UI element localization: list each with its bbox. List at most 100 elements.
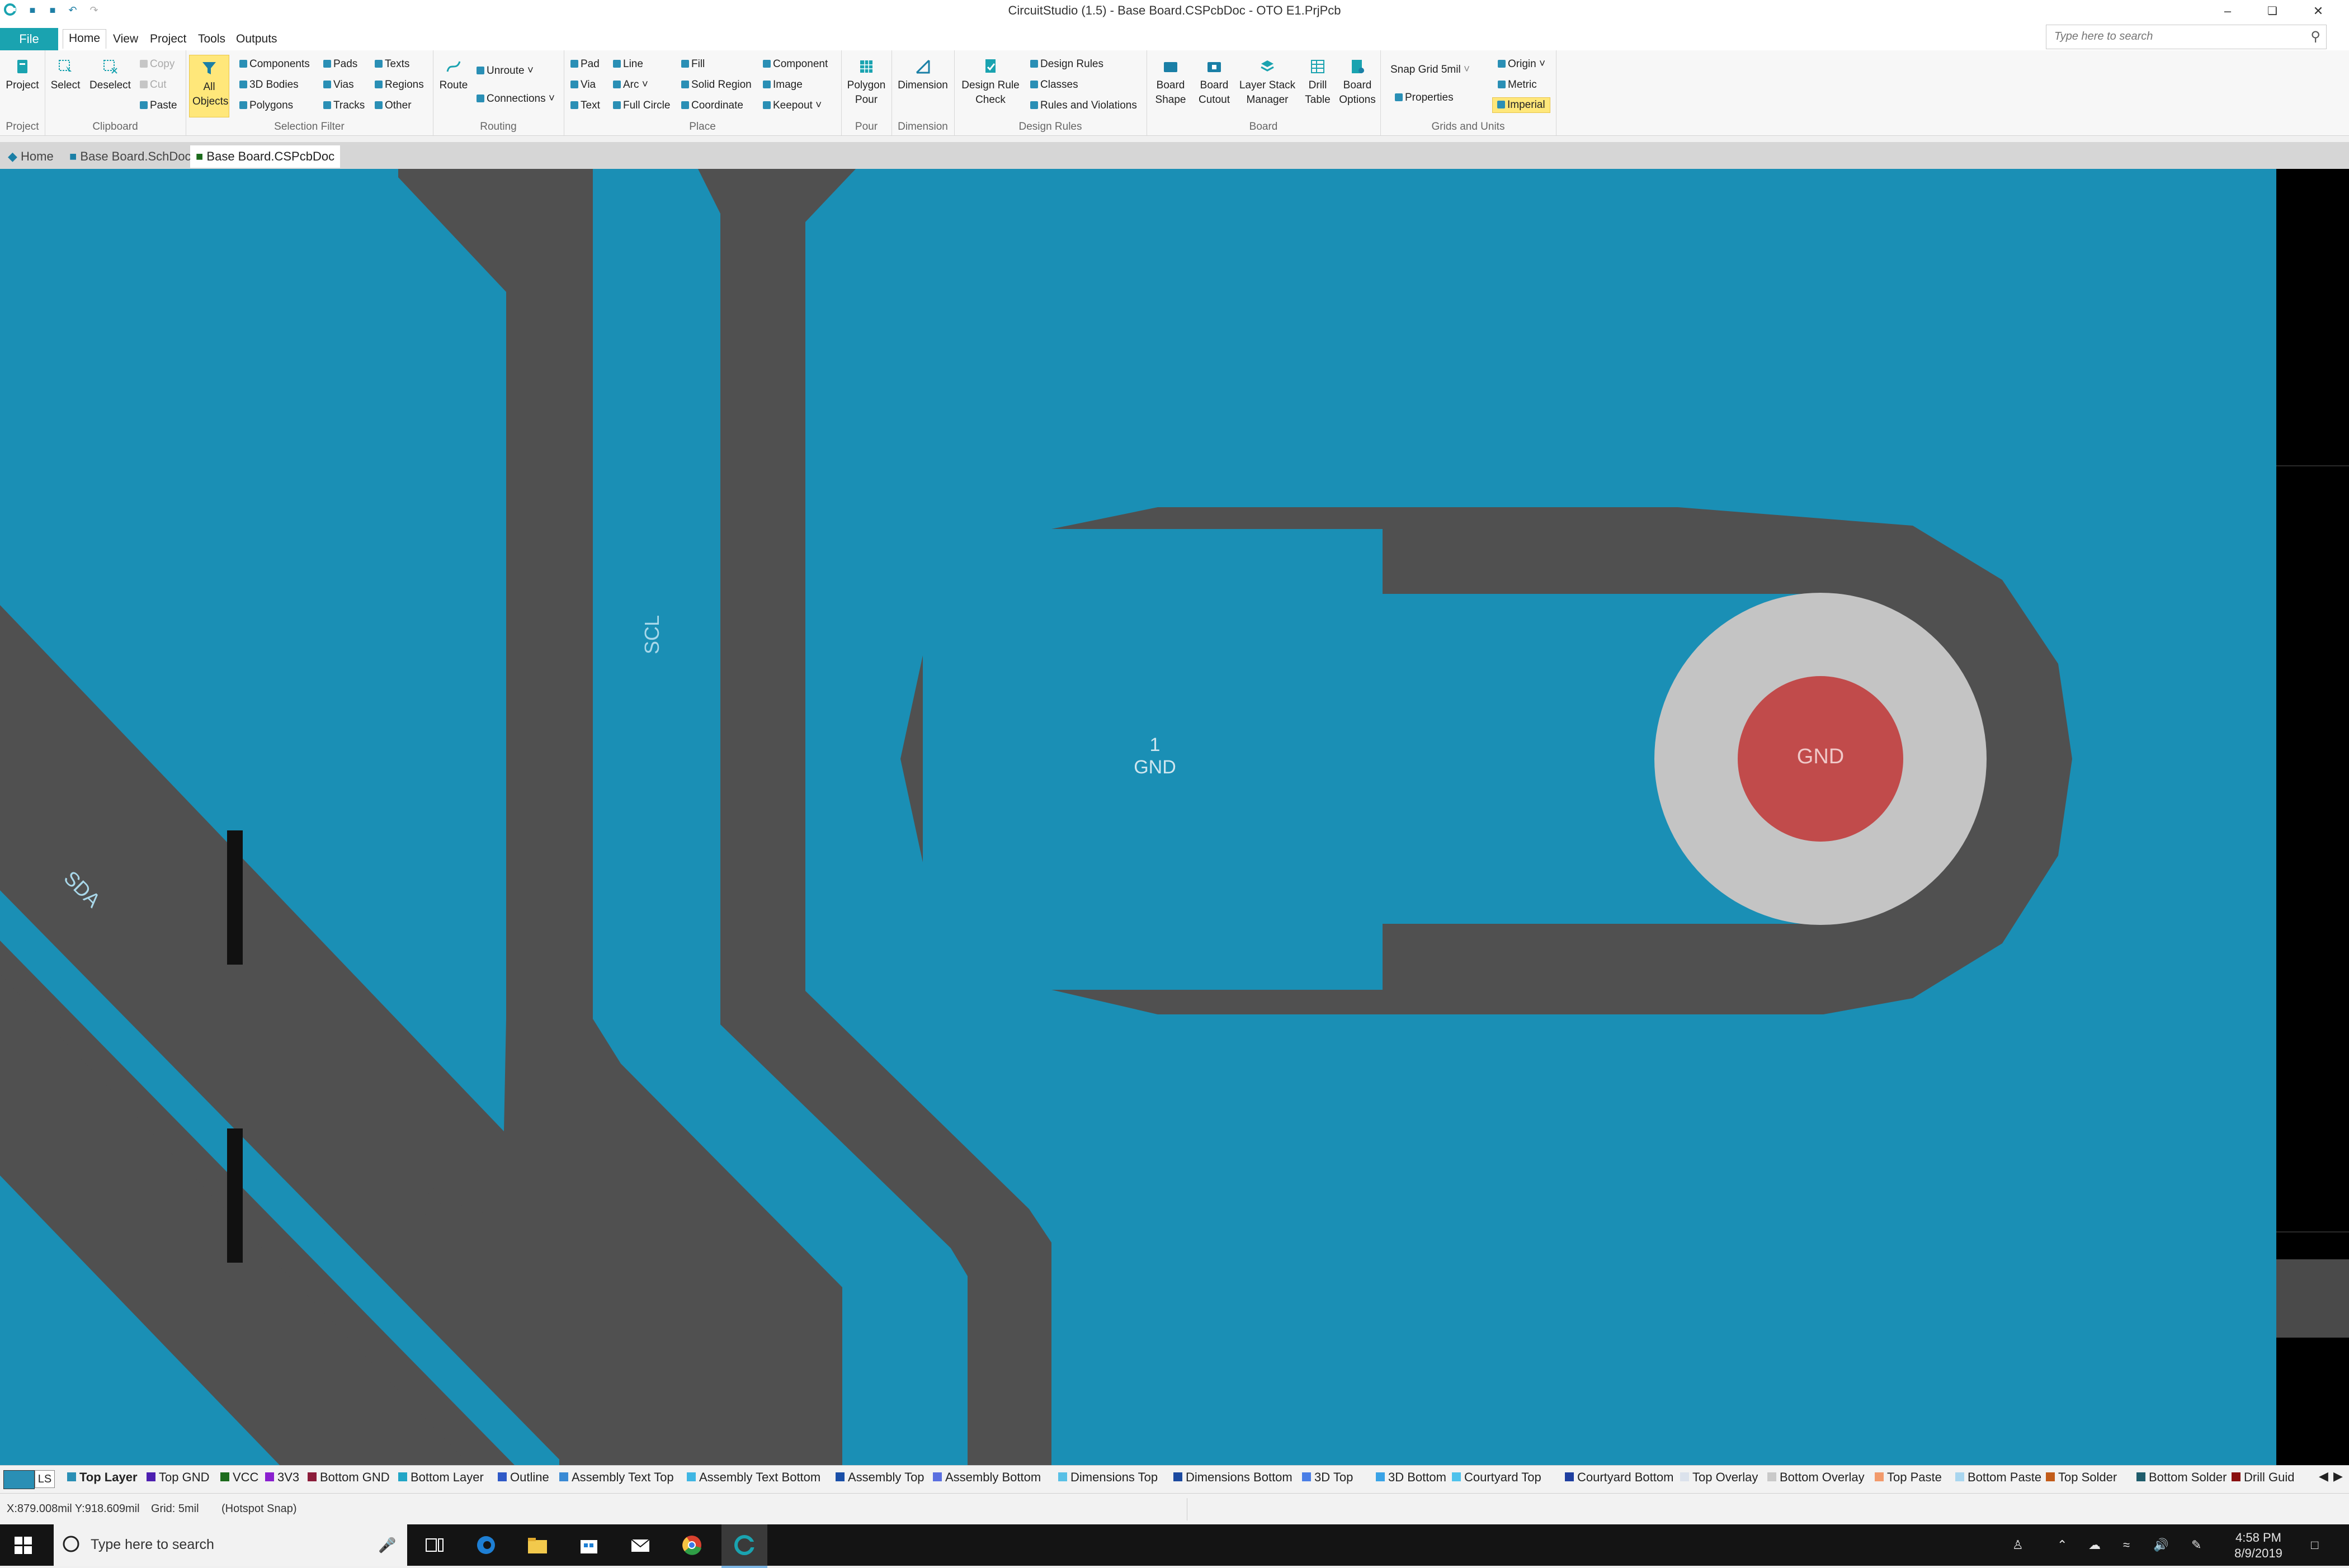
action-center-icon[interactable]: □ [2311, 1538, 2318, 1552]
restore-icon[interactable]: ❏ [2253, 0, 2292, 22]
drill-table-button[interactable]: Drill Table [1300, 58, 1336, 107]
layer-tab[interactable]: Top GND [159, 1470, 209, 1485]
filter-tracks[interactable]: Tracks [323, 100, 365, 112]
tab-home[interactable]: Home [63, 29, 107, 49]
unroute-button[interactable]: Unroute ˅ [477, 65, 534, 77]
chrome-icon[interactable] [680, 1533, 704, 1557]
origin-button[interactable]: Origin ˅ [1498, 58, 1545, 70]
file-explorer-icon[interactable] [526, 1533, 549, 1557]
layer-tab[interactable]: Top Overlay [1692, 1470, 1758, 1485]
layer-tab[interactable]: Dimensions Bottom [1186, 1470, 1293, 1485]
rules-violations-button[interactable]: Rules and Violations [1030, 100, 1137, 112]
layer-tab[interactable]: Top Paste [1887, 1470, 1942, 1485]
layer-tab[interactable]: Bottom Overlay [1780, 1470, 1865, 1485]
doc-tab-schdoc[interactable]: ■ Base Board.SchDoc [64, 145, 197, 168]
filter-3d-bodies[interactable]: 3D Bodies [239, 79, 299, 91]
filter-regions[interactable]: Regions [375, 79, 424, 91]
onedrive-icon[interactable]: ☁ [2088, 1538, 2101, 1552]
design-rule-check-button[interactable]: Design Rule Check [957, 58, 1023, 107]
snap-grid-control[interactable]: Snap Grid 5mil ˅ [1390, 64, 1470, 76]
copy-button[interactable]: Copy [140, 58, 174, 70]
place-image[interactable]: Image [763, 79, 803, 91]
layer-stack-manager-button[interactable]: Layer Stack Manager [1236, 58, 1299, 107]
layer-tab[interactable]: VCC [233, 1470, 258, 1485]
volume-icon[interactable]: 🔊 [2153, 1538, 2168, 1552]
select-button[interactable]: Select [48, 58, 83, 93]
minimize-icon[interactable]: – [2208, 0, 2247, 22]
all-objects-button[interactable]: All Objects [189, 55, 229, 117]
layer-tab[interactable]: 3V3 [277, 1470, 299, 1485]
place-keepout[interactable]: Keepout ˅ [763, 100, 822, 112]
layer-tab[interactable]: Courtyard Top [1464, 1470, 1541, 1485]
layer-tab[interactable]: Assembly Top [848, 1470, 924, 1485]
pcb-canvas[interactable]: SCL SDA 1 GND GND [0, 169, 2276, 1465]
canvas-scroll-thumb[interactable] [2276, 1259, 2349, 1338]
place-solid-region[interactable]: Solid Region [681, 79, 752, 91]
tab-tools[interactable]: Tools [198, 32, 225, 46]
place-coordinate[interactable]: Coordinate [681, 100, 743, 112]
tab-project[interactable]: Project [150, 32, 186, 46]
network-icon[interactable]: ≈ [2123, 1538, 2130, 1552]
filter-other[interactable]: Other [375, 100, 412, 112]
layer-set-button[interactable]: LS [35, 1470, 55, 1488]
board-cutout-button[interactable]: Board Cutout [1194, 58, 1235, 107]
layer-scroll-right-icon[interactable]: ▶ [2333, 1469, 2343, 1484]
layer-tab[interactable]: Assembly Bottom [945, 1470, 1041, 1485]
polygon-pour-button[interactable]: Polygon Pour [843, 58, 889, 107]
microphone-icon[interactable]: 🎤 [378, 1537, 396, 1554]
layer-tab[interactable]: Courtyard Bottom [1577, 1470, 1673, 1485]
current-layer-swatch[interactable] [3, 1470, 35, 1489]
paste-button[interactable]: Paste [140, 100, 177, 112]
doc-tab-pcbdoc[interactable]: ■ Base Board.CSPcbDoc [190, 145, 341, 168]
tab-view[interactable]: View [113, 32, 138, 46]
layer-tab[interactable]: Top Layer [79, 1470, 138, 1485]
windows-start-icon[interactable] [13, 1536, 34, 1556]
layer-tab[interactable]: Bottom Paste [1968, 1470, 2041, 1485]
imperial-button[interactable]: Imperial [1492, 97, 1550, 113]
clock[interactable]: 4:58 PM 8/9/2019 [2219, 1530, 2298, 1561]
properties-button[interactable]: Properties [1395, 92, 1454, 104]
layer-tab[interactable]: Top Solder [2058, 1470, 2117, 1485]
mail-icon[interactable] [629, 1533, 652, 1557]
filter-components[interactable]: Components [239, 58, 310, 70]
dimension-button[interactable]: Dimension [894, 58, 952, 93]
edge-browser-icon[interactable] [474, 1533, 498, 1557]
layer-tab[interactable]: Bottom Solder [2149, 1470, 2227, 1485]
layer-tab[interactable]: 3D Top [1314, 1470, 1353, 1485]
place-via[interactable]: Via [570, 79, 596, 91]
filter-texts[interactable]: Texts [375, 58, 409, 70]
place-text[interactable]: Text [570, 100, 600, 112]
tab-outputs[interactable]: Outputs [236, 32, 277, 46]
doc-tab-home[interactable]: ◆ Home [2, 145, 59, 168]
canvas-scroll-strip[interactable] [2276, 169, 2349, 1465]
layer-tab[interactable]: Bottom Layer [411, 1470, 484, 1485]
design-rules-button[interactable]: Design Rules [1030, 58, 1103, 70]
filter-pads[interactable]: Pads [323, 58, 357, 70]
show-hidden-icons[interactable]: ⌃ [2057, 1538, 2067, 1552]
snap-grid-dropdown-icon[interactable]: ˅ [1464, 64, 1470, 75]
help-search-input[interactable] [2053, 25, 2290, 48]
place-pad[interactable]: Pad [570, 58, 600, 70]
place-full-circle[interactable]: Full Circle [613, 100, 670, 112]
people-icon[interactable]: ♙ [2012, 1538, 2023, 1552]
deselect-button[interactable]: Deselect [87, 58, 133, 93]
pen-icon[interactable]: ✎ [2191, 1538, 2201, 1552]
taskbar-search-box[interactable]: Type here to search 🎤 [54, 1524, 407, 1566]
search-icon[interactable]: ⚲ [2310, 29, 2320, 45]
board-options-button[interactable]: Board Options [1337, 58, 1378, 107]
layer-tab[interactable]: Assembly Text Bottom [699, 1470, 820, 1485]
circuitstudio-taskbar-button[interactable] [721, 1524, 767, 1568]
place-arc[interactable]: Arc ˅ [613, 79, 648, 91]
place-fill[interactable]: Fill [681, 58, 705, 70]
board-shape-button[interactable]: Board Shape [1149, 58, 1192, 107]
file-menu[interactable]: File [0, 28, 58, 50]
help-search-box[interactable]: ⚲ [2046, 25, 2327, 49]
cut-button[interactable]: Cut [140, 79, 167, 91]
layer-tab[interactable]: Drill Guid [2244, 1470, 2294, 1485]
place-line[interactable]: Line [613, 58, 643, 70]
layer-tab[interactable]: 3D Bottom [1388, 1470, 1446, 1485]
layer-tab[interactable]: Assembly Text Top [572, 1470, 674, 1485]
classes-button[interactable]: Classes [1030, 79, 1078, 91]
connections-button[interactable]: Connections ˅ [477, 93, 555, 105]
project-button[interactable]: Project [4, 58, 40, 93]
